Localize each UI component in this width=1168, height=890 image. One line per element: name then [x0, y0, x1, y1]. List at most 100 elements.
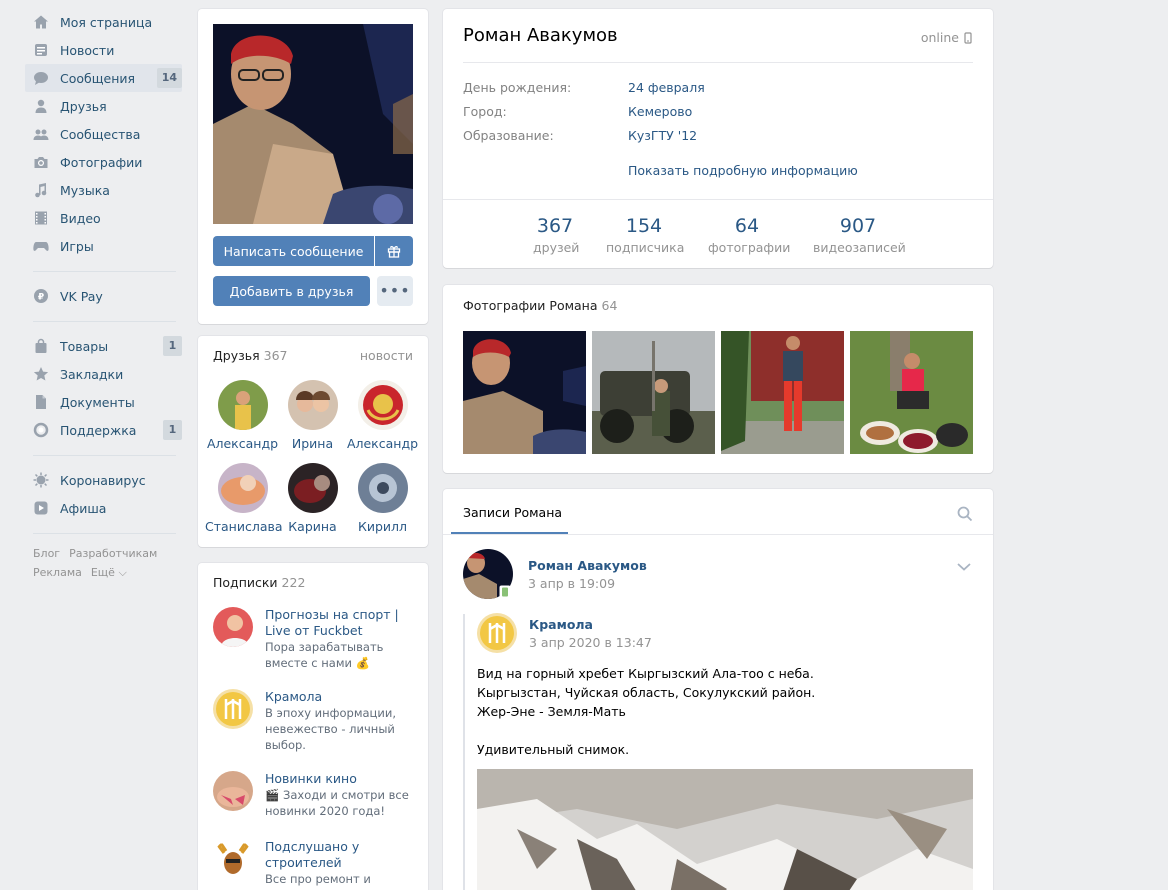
- menu-label: Документы: [60, 394, 135, 410]
- menu-item-documents[interactable]: Документы: [25, 388, 182, 416]
- info-value[interactable]: 24 февраля: [628, 80, 705, 95]
- stat-followers[interactable]: 154 подписчика: [606, 215, 685, 255]
- divider: [443, 534, 993, 535]
- stat-friends[interactable]: 367 друзей: [533, 215, 579, 255]
- play-icon: [34, 501, 48, 515]
- subscription-title: Крамола: [265, 689, 323, 704]
- stat-label: подписчика: [606, 240, 685, 255]
- photo-thumbnail[interactable]: [592, 331, 715, 454]
- friend-avatar: [357, 463, 408, 513]
- divider: [443, 199, 993, 200]
- stat-number: 907: [839, 215, 877, 237]
- subscription-title: Подслушано у строителей: [265, 839, 360, 870]
- menu-label: Игры: [60, 238, 94, 254]
- wall-block: Записи Романа Роман Авакумов 3 апр в 19:…: [443, 489, 993, 890]
- friends-news-link[interactable]: новости: [360, 348, 413, 363]
- photo-thumbnail[interactable]: [850, 331, 973, 454]
- menu-item-games[interactable]: Игры: [25, 232, 182, 260]
- write-message-button[interactable]: Написать сообщение: [213, 236, 374, 266]
- friend-name: Александр: [346, 436, 419, 451]
- friends-header[interactable]: Друзья 367: [213, 348, 288, 363]
- menu-label: Поддержка: [60, 422, 137, 438]
- friends-icon: [35, 99, 47, 113]
- menu-item-goods[interactable]: Товары 1: [25, 332, 182, 360]
- menu-item-messages[interactable]: Сообщения 14: [25, 64, 182, 92]
- footer-link-dev[interactable]: Разработчикам: [69, 547, 157, 560]
- menu-item-vkpay[interactable]: ₽ VK Pay: [25, 282, 182, 310]
- stat-label: фотографии: [708, 240, 791, 255]
- chevron-down-icon[interactable]: [957, 562, 971, 572]
- chevron-down-icon: ⌵: [118, 566, 127, 579]
- friend-avatar: [287, 380, 338, 430]
- menu-item-bookmarks[interactable]: Закладки: [25, 360, 182, 388]
- menu-item-support[interactable]: Поддержка 1: [25, 416, 182, 444]
- document-icon: [36, 395, 46, 409]
- search-icon[interactable]: [957, 506, 973, 522]
- subscriptions-header[interactable]: Подписки 222: [213, 575, 305, 590]
- menu-label: VK Pay: [60, 288, 103, 304]
- post-author-name[interactable]: Роман Авакумов: [528, 558, 647, 573]
- menu-item-photos[interactable]: Фотографии: [25, 148, 182, 176]
- repost-author-name[interactable]: Крамола: [529, 617, 593, 632]
- menu-item-coronavirus[interactable]: Коронавирус: [25, 466, 182, 494]
- subscription-avatar: [213, 689, 253, 729]
- support-icon: [33, 422, 49, 438]
- stat-photos[interactable]: 64 фотографии: [708, 215, 791, 255]
- divider: [463, 62, 973, 63]
- profile-name: Роман Авакумов: [463, 25, 618, 46]
- menu-item-news[interactable]: Новости: [25, 36, 182, 64]
- tab-posts[interactable]: Записи Романа: [463, 505, 562, 520]
- photo-thumbnail[interactable]: [463, 331, 586, 454]
- menu-label: Товары: [60, 338, 109, 354]
- menu-item-music[interactable]: Музыка: [25, 176, 182, 204]
- friends-title: Друзья: [213, 348, 260, 363]
- stat-number: 64: [734, 215, 760, 237]
- subscription-avatar: [213, 771, 253, 811]
- footer-link-ads[interactable]: Реклама: [33, 566, 82, 579]
- subscription-item[interactable]: Подслушано у строителей Все про ремонт и: [213, 839, 418, 887]
- info-value[interactable]: Кемерово: [628, 104, 692, 119]
- info-value[interactable]: КузГТУ '12: [628, 128, 697, 143]
- menu-item-friends[interactable]: Друзья: [25, 92, 182, 120]
- friend-item[interactable]: Александр: [205, 380, 280, 451]
- friend-name: Карина: [288, 519, 337, 534]
- menu-divider: [33, 455, 176, 456]
- menu-item-groups[interactable]: Сообщества: [25, 120, 182, 148]
- send-gift-button[interactable]: [375, 236, 413, 266]
- post-image[interactable]: [477, 769, 973, 890]
- menu-item-my-page[interactable]: Моя страница: [25, 8, 182, 36]
- subscription-item[interactable]: Новинки кино 🎬 Заходи и смотри все новинк…: [213, 771, 418, 819]
- stat-label: видеозаписей: [813, 240, 906, 255]
- photos-count: 64: [601, 298, 618, 313]
- menu-item-video[interactable]: Видео: [25, 204, 182, 232]
- friend-item[interactable]: Карина: [275, 463, 350, 534]
- post-date[interactable]: 3 апр в 19:09: [528, 576, 615, 591]
- menu-label: Коронавирус: [60, 472, 146, 488]
- footer-link-more[interactable]: Ещё ⌵: [91, 566, 136, 579]
- friend-item[interactable]: Ирина: [275, 380, 350, 451]
- photo-thumbnail[interactable]: [721, 331, 844, 454]
- stat-videos[interactable]: 907 видеозаписей: [813, 215, 906, 255]
- friend-item[interactable]: Станислава: [205, 463, 283, 534]
- online-status-text: online: [920, 30, 959, 45]
- footer-link-blog[interactable]: Блог: [33, 547, 60, 560]
- bag-icon: [35, 338, 47, 353]
- more-actions-button[interactable]: •••: [377, 276, 413, 306]
- friend-avatar: [217, 463, 268, 513]
- menu-label: Фотографии: [60, 154, 143, 170]
- repost-date[interactable]: 3 апр 2020 в 13:47: [529, 635, 652, 650]
- menu-item-events[interactable]: Афиша: [25, 494, 182, 522]
- profile-photo[interactable]: [213, 24, 413, 224]
- subscription-item[interactable]: Прогнозы на спорт | Live от Fuckbet Пора …: [213, 607, 418, 671]
- friend-item[interactable]: Александр: [345, 380, 420, 451]
- add-friend-button[interactable]: Добавить в друзья: [213, 276, 370, 306]
- subscription-title: Прогнозы на спорт | Live от Fuckbet: [265, 607, 399, 638]
- post-text-line: [477, 721, 815, 740]
- photos-header[interactable]: Фотографии Романа 64: [463, 298, 617, 313]
- subscription-item[interactable]: Крамола В эпоху информации, невежество - …: [213, 689, 418, 753]
- left-menu: Моя страница Новости Сообщения 14 Друзья…: [25, 8, 182, 582]
- show-full-info-link[interactable]: Показать подробную информацию: [628, 163, 858, 178]
- repost-author-avatar[interactable]: [477, 613, 517, 653]
- subscription-avatar: [213, 607, 253, 647]
- friend-item[interactable]: Кирилл: [345, 463, 420, 534]
